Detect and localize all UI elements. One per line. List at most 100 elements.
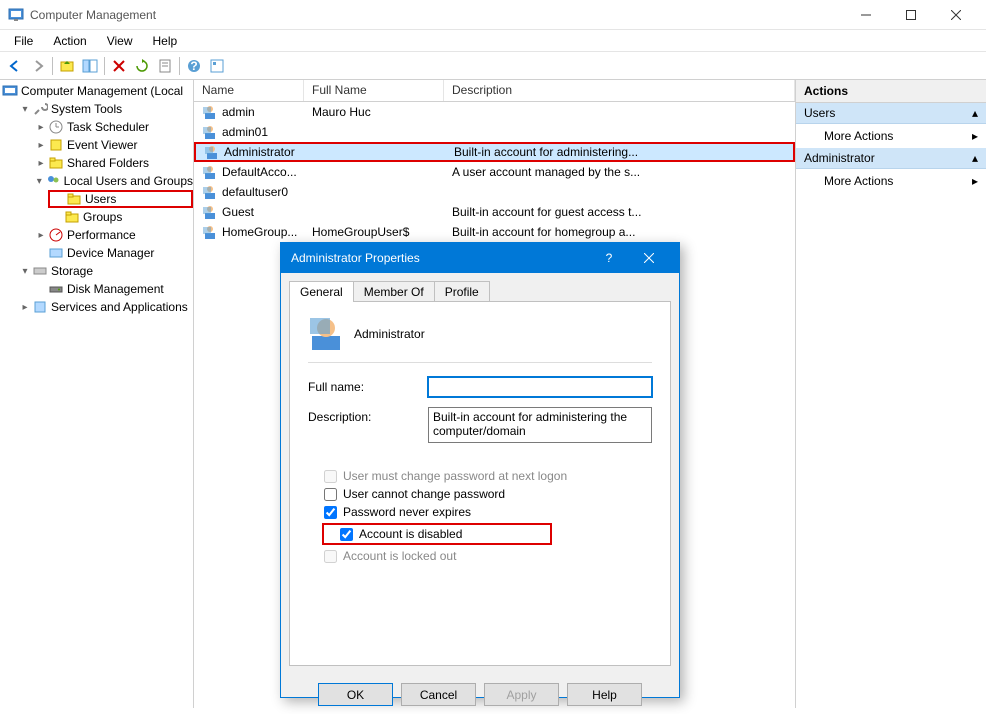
description-input[interactable]: Built-in account for administering the c…: [428, 407, 652, 443]
actions-section-users[interactable]: Users▴: [796, 103, 986, 124]
app-icon: [8, 7, 24, 23]
forward-button[interactable]: [27, 55, 49, 77]
user-icon: [202, 164, 218, 180]
up-button[interactable]: [56, 55, 78, 77]
chevron-right-icon[interactable]: ▸: [34, 158, 48, 169]
clock-icon: [48, 119, 64, 135]
help-button[interactable]: ?: [183, 55, 205, 77]
checkbox-account-disabled[interactable]: Account is disabled: [322, 523, 552, 545]
folder-icon: [64, 209, 80, 225]
chevron-down-icon[interactable]: ▾: [34, 176, 45, 187]
export-button[interactable]: [154, 55, 176, 77]
actions-section-administrator[interactable]: Administrator▴: [796, 148, 986, 169]
column-fullname[interactable]: Full Name: [304, 80, 444, 101]
tree-users[interactable]: Users: [48, 190, 193, 208]
tab-member-of[interactable]: Member Of: [353, 281, 435, 302]
actions-pane: Actions Users▴ More Actions▸ Administrat…: [796, 80, 986, 708]
maximize-button[interactable]: [888, 0, 933, 30]
chevron-right-icon[interactable]: ▸: [18, 302, 32, 313]
tree-system-tools[interactable]: ▾ System Tools: [16, 100, 193, 118]
separator: [104, 57, 105, 75]
dialog-user-name: Administrator: [354, 327, 425, 341]
user-row[interactable]: HomeGroup...HomeGroupUser$Built-in accou…: [194, 222, 795, 242]
user-row[interactable]: adminMauro Huc: [194, 102, 795, 122]
user-icon: [202, 204, 218, 220]
dialog-titlebar[interactable]: Administrator Properties ?: [281, 243, 679, 273]
separator: [179, 57, 180, 75]
window-titlebar: Computer Management: [0, 0, 986, 30]
actions-more-administrator[interactable]: More Actions▸: [796, 169, 986, 193]
list-body[interactable]: adminMauro Hucadmin01AdministratorBuilt-…: [194, 102, 795, 242]
refresh-button[interactable]: [131, 55, 153, 77]
computer-icon: [2, 83, 18, 99]
help-button[interactable]: Help: [567, 683, 642, 706]
close-button[interactable]: [933, 0, 978, 30]
device-icon: [48, 245, 64, 261]
user-row[interactable]: AdministratorBuilt-in account for admini…: [194, 142, 795, 162]
user-row[interactable]: DefaultAcco...A user account managed by …: [194, 162, 795, 182]
menubar: File Action View Help: [0, 30, 986, 52]
dialog-close-button[interactable]: [629, 243, 669, 273]
user-row[interactable]: GuestBuilt-in account for guest access t…: [194, 202, 795, 222]
performance-icon: [48, 227, 64, 243]
checkbox-account-locked: Account is locked out: [324, 549, 652, 563]
checkbox-password-never-expires[interactable]: Password never expires: [324, 505, 652, 519]
ok-button[interactable]: OK: [318, 683, 393, 706]
user-row[interactable]: defaultuser0: [194, 182, 795, 202]
tab-profile[interactable]: Profile: [434, 281, 490, 302]
chevron-down-icon[interactable]: ▾: [18, 266, 32, 277]
chevron-right-icon[interactable]: ▸: [34, 230, 48, 241]
list-header: Name Full Name Description: [194, 80, 795, 102]
tree-pane[interactable]: Computer Management (Local ▾ System Tool…: [0, 80, 194, 708]
description-label: Description:: [308, 407, 428, 424]
actions-button[interactable]: [206, 55, 228, 77]
minimize-button[interactable]: [843, 0, 888, 30]
column-name[interactable]: Name: [194, 80, 304, 101]
tree-disk-management[interactable]: Disk Management: [32, 280, 193, 298]
chevron-right-icon: ▸: [972, 129, 978, 143]
actions-header: Actions: [796, 80, 986, 103]
tree-root[interactable]: Computer Management (Local: [0, 82, 193, 100]
tree-local-users-groups[interactable]: ▾Local Users and Groups: [32, 172, 193, 190]
separator: [52, 57, 53, 75]
tree-performance[interactable]: ▸Performance: [32, 226, 193, 244]
delete-button[interactable]: [108, 55, 130, 77]
column-description[interactable]: Description: [444, 80, 795, 101]
collapse-icon: ▴: [972, 151, 978, 165]
full-name-input[interactable]: [428, 377, 652, 397]
full-name-label: Full name:: [308, 377, 428, 394]
tab-panel-general: Administrator Full name: Description: Bu…: [289, 301, 671, 666]
menu-file[interactable]: File: [4, 32, 43, 50]
window-title: Computer Management: [30, 8, 843, 22]
user-icon: [204, 144, 220, 160]
menu-action[interactable]: Action: [43, 32, 96, 50]
user-avatar-icon: [308, 316, 344, 352]
show-hide-button[interactable]: [79, 55, 101, 77]
tree-task-scheduler[interactable]: ▸Task Scheduler: [32, 118, 193, 136]
dialog-help-button[interactable]: ?: [589, 243, 629, 273]
tree-shared-folders[interactable]: ▸Shared Folders: [32, 154, 193, 172]
tree-device-manager[interactable]: Device Manager: [32, 244, 193, 262]
checkbox-cannot-change-password[interactable]: User cannot change password: [324, 487, 652, 501]
toolbar: ?: [0, 52, 986, 80]
tree-storage[interactable]: ▾Storage: [16, 262, 193, 280]
chevron-down-icon[interactable]: ▾: [18, 104, 32, 115]
tree-groups[interactable]: Groups: [48, 208, 193, 226]
tab-general[interactable]: General: [289, 281, 354, 302]
user-row[interactable]: admin01: [194, 122, 795, 142]
actions-more-users[interactable]: More Actions▸: [796, 124, 986, 148]
chevron-right-icon[interactable]: ▸: [34, 122, 48, 133]
users-icon: [45, 173, 61, 189]
tree-services-apps[interactable]: ▸Services and Applications: [16, 298, 193, 316]
chevron-right-icon[interactable]: ▸: [34, 140, 48, 151]
apply-button[interactable]: Apply: [484, 683, 559, 706]
event-icon: [48, 137, 64, 153]
tree-event-viewer[interactable]: ▸Event Viewer: [32, 136, 193, 154]
checkbox-must-change-password: User must change password at next logon: [324, 469, 652, 483]
menu-help[interactable]: Help: [143, 32, 188, 50]
menu-view[interactable]: View: [97, 32, 143, 50]
dialog-buttons: OK Cancel Apply Help: [281, 675, 679, 714]
back-button[interactable]: [4, 55, 26, 77]
cancel-button[interactable]: Cancel: [401, 683, 476, 706]
user-icon: [202, 184, 218, 200]
